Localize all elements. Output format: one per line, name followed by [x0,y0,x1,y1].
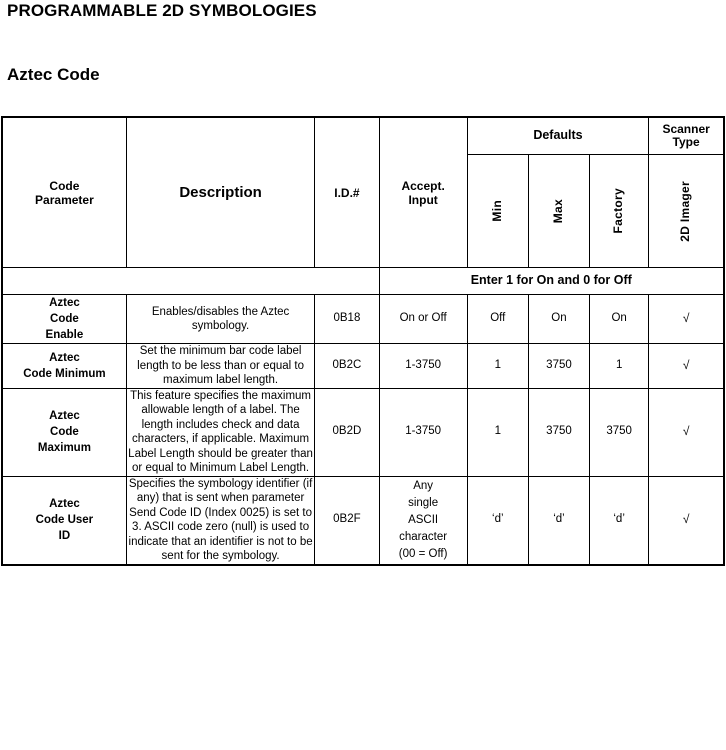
row-default-max: On [527,294,591,344]
row-parameter-line3: ID [58,530,71,542]
row-default-min: 1 [466,343,529,389]
header-code-parameter: Code Parameter [1,116,127,268]
table-row: Aztec Code User ID Specifies the symbolo… [1,475,725,565]
row-parameter-line3: Maximum [37,442,91,454]
row-parameter-line2: Code User [35,514,94,526]
row-parameter-line1: Aztec [49,351,80,364]
row-default-factory: ‘d’ [589,475,650,565]
header-code-parameter-line2: Parameter [35,192,94,207]
row-parameter-name: Aztec Code Minimum [1,343,127,389]
row-accept-input: 1-3750 [378,387,468,477]
header-max-label: Max [551,198,566,224]
document-page: PROGRAMMABLE 2D SYMBOLOGIES Aztec Code C… [0,0,726,750]
symbology-parameter-table: Code Parameter Description I.D.# Accept.… [1,116,725,566]
row-accept-input: 1-3750 [378,343,468,389]
row-parameter-name: Aztec Code Enable [1,294,127,344]
table-row: Aztec Code Enable Enables/disables the A… [1,294,725,344]
row-scanner-2d-imager-check: √ [648,294,725,344]
header-accept-input-line2: Input [408,192,438,207]
row-description: This feature specifies the maximum allow… [125,387,316,477]
row-description: Specifies the symbology identifier (if a… [125,475,316,565]
row-id: 0B2C [314,343,380,389]
table-header-row-top: Code Parameter Description I.D.# Accept.… [1,116,725,268]
row-accept-input-line: single [408,496,439,509]
header-min: Min [466,154,529,268]
row-scanner-2d-imager-check: √ [648,343,725,389]
header-scanner-type-line2: Type [672,135,700,149]
header-scanner-type: Scanner Type [648,116,725,155]
header-2d-imager: 2D Imager [648,154,725,268]
header-max: Max [527,154,591,268]
header-accept-input-line1: Accept. [401,178,445,193]
row-default-min: 1 [466,387,529,477]
row-default-max: 3750 [527,343,591,389]
header-2d-imager-label: 2D Imager [678,180,693,242]
table-note-row: Enter 1 for On and 0 for Off [1,267,725,295]
row-parameter-name: Aztec Code User ID [1,475,127,565]
header-factory-label: Factory [611,188,626,234]
row-default-max: 3750 [527,387,591,477]
spec-table-container: Code Parameter Description I.D.# Accept.… [1,116,725,566]
row-default-factory: On [589,294,650,344]
row-default-min: ‘d’ [466,475,529,565]
row-parameter-line2: Code [50,313,79,325]
row-accept-input-line: ASCII [408,513,439,526]
row-accept-input-line: character [399,530,448,543]
header-code-parameter-line1: Code [49,178,80,193]
row-accept-input: Any single ASCII character (00 = Off) [378,475,468,565]
row-scanner-2d-imager-check: √ [648,387,725,477]
row-default-max: ‘d’ [527,475,591,565]
table-row: Aztec Code Maximum This feature specifie… [1,387,725,477]
row-parameter-line2: Code Minimum [23,367,106,380]
row-description: Set the minimum bar code label length to… [125,343,316,389]
row-default-factory: 3750 [589,387,650,477]
row-default-min: Off [466,294,529,344]
header-description: Description [125,116,316,268]
row-parameter-line1: Aztec [49,498,80,510]
row-id: 0B2D [314,387,380,477]
header-id-number: I.D.# [314,116,380,268]
row-description: Enables/disables the Aztec symbology. [125,294,316,344]
note-enter-1-for-on: Enter 1 for On and 0 for Off [378,267,725,295]
row-accept-input-line: Any [413,479,434,492]
page-title: PROGRAMMABLE 2D SYMBOLOGIES [7,1,317,20]
row-accept-input-line: (00 = Off) [398,547,448,560]
row-parameter-line1: Aztec [49,410,80,422]
header-factory: Factory [589,154,650,268]
header-min-label: Min [490,200,505,222]
row-parameter-line2: Code [50,426,79,438]
header-defaults: Defaults [466,116,650,155]
row-scanner-2d-imager-check: √ [648,475,725,565]
row-default-factory: 1 [589,343,650,389]
table-row: Aztec Code Minimum Set the minimum bar c… [1,343,725,389]
row-id: 0B18 [314,294,380,344]
row-parameter-line1: Aztec [49,297,80,309]
row-parameter-line3: Enable [45,329,84,341]
row-id: 0B2F [314,475,380,565]
section-heading: Aztec Code [7,65,100,84]
header-accept-input: Accept. Input [378,116,468,268]
row-accept-input: On or Off [378,294,468,344]
row-parameter-name: Aztec Code Maximum [1,387,127,477]
